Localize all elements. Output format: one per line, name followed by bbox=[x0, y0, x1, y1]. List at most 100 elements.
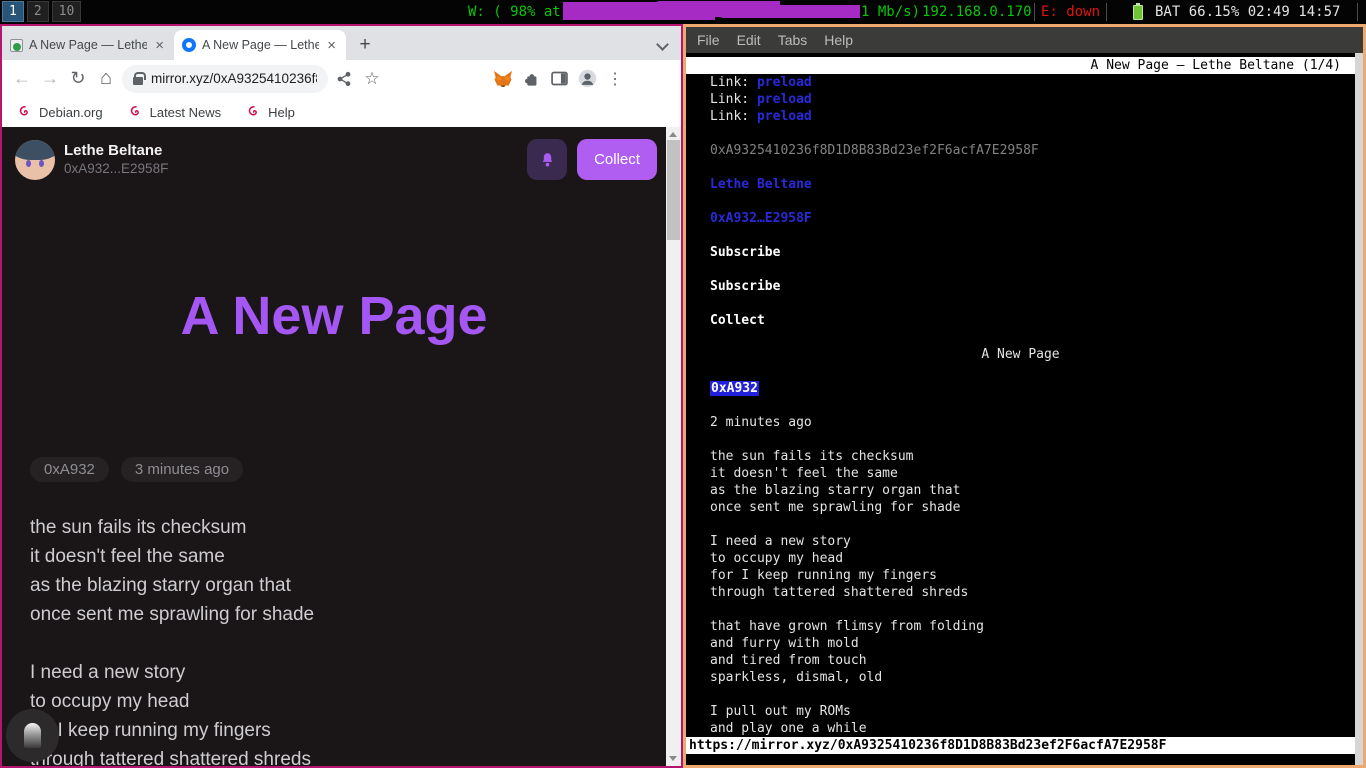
bookmark-star-icon[interactable]: ☆ bbox=[358, 65, 386, 93]
poem-line: as the blazing starry organ that bbox=[686, 482, 1355, 499]
author-address[interactable]: 0xA932...E2958F bbox=[64, 160, 168, 177]
poem-line: I need a new story bbox=[30, 658, 314, 687]
page-scrollbar[interactable] bbox=[666, 127, 681, 766]
back-button[interactable]: ← bbox=[8, 65, 36, 93]
mirror-floating-button[interactable] bbox=[6, 709, 59, 762]
side-panel-icon[interactable] bbox=[545, 65, 573, 93]
share-icon[interactable] bbox=[330, 65, 358, 93]
selected-address-link[interactable]: 0xA932 bbox=[710, 381, 759, 396]
workspace-10[interactable]: 10 bbox=[52, 1, 82, 22]
poem-line: once sent me sprawling for shade bbox=[30, 600, 314, 629]
scroll-up-arrow-icon[interactable] bbox=[669, 132, 677, 137]
link-line: Link: preload bbox=[686, 108, 1355, 125]
poem-line: and furry with mold bbox=[686, 635, 1355, 652]
bookmark-debian-org[interactable]: Debian.org bbox=[18, 105, 103, 120]
preload-link[interactable]: preload bbox=[757, 92, 812, 107]
tab-close-icon[interactable]: × bbox=[325, 38, 338, 53]
tab-2-active[interactable]: A New Page — Lethe Belta × bbox=[174, 30, 346, 60]
poem-line: and play one a while bbox=[686, 720, 1355, 737]
collect-button[interactable]: Collect bbox=[577, 139, 657, 180]
browser-window: A New Page — Lethe Belta × A New Page — … bbox=[0, 24, 683, 768]
link-label: Link: bbox=[710, 109, 757, 124]
workspace-1[interactable]: 1 bbox=[2, 1, 24, 22]
poem-line: it doesn't feel the same bbox=[30, 542, 314, 571]
bookmark-help[interactable]: Help bbox=[247, 105, 295, 120]
home-button[interactable]: ⌂ bbox=[92, 65, 120, 93]
forward-button[interactable]: → bbox=[36, 65, 64, 93]
blank-line bbox=[686, 193, 1355, 210]
subscribe-button-text[interactable]: Subscribe bbox=[710, 245, 780, 260]
mirror-page: Lethe Beltane 0xA932...E2958F Collect A … bbox=[2, 127, 681, 766]
tab-1[interactable]: A New Page — Lethe Belta × bbox=[2, 30, 174, 60]
poem-line: for I keep running my fingers bbox=[30, 716, 314, 745]
w3m-tab-line: A New Page — Lethe Beltane (1/4) bbox=[686, 57, 1363, 74]
workspace-switcher: 1 2 10 bbox=[2, 1, 81, 22]
poem-line: sparkless, dismal, old bbox=[686, 669, 1355, 686]
bookmark-label: Debian.org bbox=[39, 105, 103, 120]
author-avatar[interactable] bbox=[15, 140, 55, 180]
tab-search-chevron-icon[interactable] bbox=[658, 40, 667, 49]
url-text[interactable]: mirror.xyz/0xA9325410236f8D1D8... bbox=[151, 71, 317, 86]
menu-help[interactable]: Help bbox=[824, 32, 853, 48]
battery-icon bbox=[1133, 5, 1143, 20]
blank-line bbox=[686, 159, 1355, 176]
metamask-icon[interactable] bbox=[489, 65, 517, 93]
status-bar: 1 2 10 W: ( 98% at 1 Mb/s) 192.168.0.170… bbox=[0, 0, 1366, 24]
author-block: Lethe Beltane 0xA932...E2958F bbox=[64, 142, 168, 177]
stanza: I need a new story to occupy my head for… bbox=[30, 658, 314, 766]
poem-line: that have grown flimsy from folding bbox=[686, 618, 1355, 635]
subscribe-bell-button[interactable] bbox=[527, 139, 567, 180]
poem-line: through tattered shattered shreds bbox=[30, 745, 314, 766]
page-header: Lethe Beltane 0xA932...E2958F Collect bbox=[15, 139, 657, 180]
menu-edit[interactable]: Edit bbox=[737, 32, 761, 48]
debian-swirl-icon bbox=[247, 105, 261, 119]
new-tab-button[interactable]: + bbox=[352, 31, 378, 59]
scroll-down-arrow-icon[interactable] bbox=[669, 756, 677, 761]
bookmark-label: Latest News bbox=[150, 105, 222, 120]
preload-link[interactable]: preload bbox=[757, 75, 812, 90]
debian-swirl-icon bbox=[129, 105, 143, 119]
link-label: Link: bbox=[710, 75, 757, 90]
preload-link[interactable]: preload bbox=[757, 109, 812, 124]
wifi-status-left: W: ( 98% at bbox=[468, 0, 561, 24]
battery-clock-text: BAT 66.15% 02:49 14:57 bbox=[1155, 0, 1340, 24]
page-favicon bbox=[10, 39, 23, 52]
scrollbar-thumb[interactable] bbox=[667, 140, 680, 240]
link-line: Link: preload bbox=[686, 74, 1355, 91]
author-link[interactable]: Lethe Beltane bbox=[710, 177, 812, 192]
stanza: the sun fails its checksum it doesn't fe… bbox=[30, 513, 314, 629]
workspace-2[interactable]: 2 bbox=[27, 1, 49, 22]
menu-tabs[interactable]: Tabs bbox=[778, 32, 808, 48]
blank-line bbox=[686, 397, 1355, 414]
terminal-scrollbar[interactable] bbox=[1355, 53, 1363, 765]
blank-line bbox=[686, 601, 1355, 618]
entry-badges: 0xA932 3 minutes ago bbox=[30, 457, 243, 482]
lock-icon[interactable] bbox=[133, 77, 143, 85]
w3m-document: Link: preload Link: preload Link: preloa… bbox=[686, 74, 1355, 737]
entry-title: A New Page bbox=[2, 285, 666, 347]
short-address-link[interactable]: 0xA932…E2958F bbox=[710, 211, 812, 226]
blank-line bbox=[686, 261, 1355, 278]
browser-menu-icon[interactable]: ⋮ bbox=[601, 65, 629, 93]
blank-line bbox=[686, 431, 1355, 448]
profile-avatar-icon[interactable] bbox=[573, 65, 601, 93]
menu-file[interactable]: File bbox=[697, 32, 720, 48]
bookmark-latest-news[interactable]: Latest News bbox=[129, 105, 222, 120]
subscribe-button-text[interactable]: Subscribe bbox=[710, 279, 780, 294]
terminal-body: A New Page — Lethe Beltane (1/4) Link: p… bbox=[686, 53, 1363, 765]
blank-line bbox=[686, 363, 1355, 380]
poem-line: through tattered shattered shreds bbox=[686, 584, 1355, 601]
tab-close-icon[interactable]: × bbox=[153, 38, 166, 53]
statusbar-separator bbox=[1034, 3, 1035, 21]
address-bar[interactable]: mirror.xyz/0xA9325410236f8D1D8... bbox=[122, 65, 328, 93]
reload-button[interactable]: ↻ bbox=[64, 65, 92, 93]
terminal-menubar: File Edit Tabs Help bbox=[686, 27, 1363, 53]
ethernet-status: E: down bbox=[1041, 0, 1100, 24]
bookmark-label: Help bbox=[268, 105, 295, 120]
poem-line: the sun fails its checksum bbox=[30, 513, 314, 542]
extensions-puzzle-icon[interactable] bbox=[517, 65, 545, 93]
tab-title: A New Page — Lethe Belta bbox=[29, 38, 147, 52]
address-badge[interactable]: 0xA932 bbox=[30, 457, 109, 482]
author-name[interactable]: Lethe Beltane bbox=[64, 142, 168, 160]
collect-button-text[interactable]: Collect bbox=[710, 313, 765, 328]
